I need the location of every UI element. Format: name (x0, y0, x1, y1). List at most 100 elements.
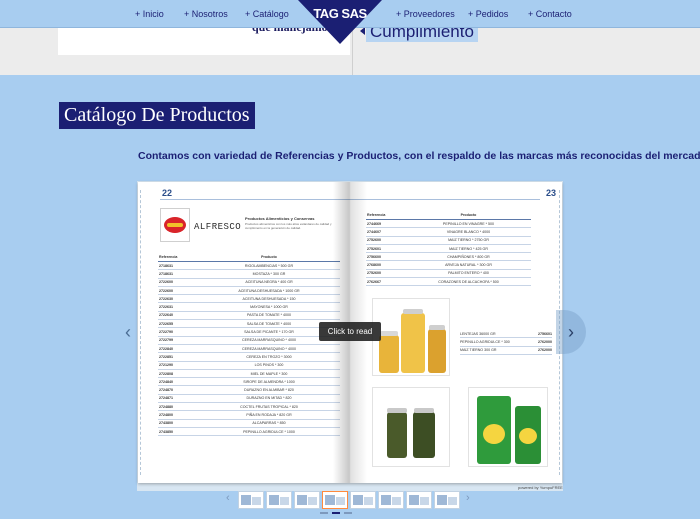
cell-ref: 2722851 (159, 354, 173, 359)
cell-product: CEREZA MARRASQUINO * 4000 (242, 346, 296, 351)
chevron-left-icon[interactable]: ‹ (120, 318, 136, 346)
nav-inicio[interactable]: + Inicio (135, 9, 164, 19)
table-row: 2756600 CHAMPIÑONES * 800 GR (366, 253, 531, 262)
page-dot[interactable] (344, 512, 352, 514)
page-dot[interactable] (332, 512, 340, 514)
table-row: 2722600 ACEITUNA DESHUESADA * 1000 GR (158, 287, 340, 296)
cell-ref: 2722600 (159, 280, 173, 285)
table-row: 2724840 SIROPE DE ALMENDRA * 1000 (158, 378, 340, 387)
page-thumbnail[interactable] (378, 491, 404, 509)
thumbnail-image (392, 497, 401, 505)
thumb-next-icon[interactable]: › (466, 492, 470, 504)
cell-product: MAIZ TIERNO 300 GR (460, 348, 497, 353)
cell-product: ALCAPARRAS * 850 (252, 421, 286, 426)
thumbnail-image (448, 497, 457, 505)
table-row: 2752600 MAIZ TIERNO * 2750 GR (366, 237, 531, 245)
nav-pedidos[interactable]: + Pedidos (468, 9, 508, 19)
brand-name: ALFRESCO (194, 222, 242, 232)
page-edge (140, 190, 142, 475)
page-thumbnail[interactable] (434, 491, 460, 509)
table-row: 2743800 ALCAPARRAS * 850 (158, 420, 340, 428)
header-prod: Producto (261, 255, 277, 259)
table-row: 2722630 ACEITUNA DESHUESADA * 150 (158, 295, 340, 304)
cell-product: PEPINILLO AGRIDULCE * 300 (460, 339, 510, 344)
cell-ref: 2722630 (159, 296, 173, 301)
page-thumbnail[interactable] (266, 491, 292, 509)
thumbnail-image (252, 497, 261, 505)
jar-lid (380, 331, 398, 336)
cell-product: LENTEJAS 36000 GR (460, 331, 496, 336)
cell-product: COCTEL FRUTAS TROPICAL * 820 (240, 404, 298, 409)
jar-lid (387, 408, 407, 413)
section-title: Catálogo De Productos (59, 102, 255, 129)
cell-ref: 2718631 (159, 271, 173, 276)
page-rule (350, 199, 540, 200)
header-ref: Referencia (367, 213, 386, 217)
table-row: 2722851 CEREZA EN TROZO * 3000 (158, 353, 340, 362)
page-thumbnail[interactable] (238, 491, 264, 509)
cell-ref: 2722790 (159, 330, 173, 335)
cell-ref: 2722631 (159, 305, 173, 310)
cell-product: CHAMPIÑONES * 800 GR (447, 254, 490, 259)
table-row: 2762667 CORAZONES DE ALCACHOFA * 500 (366, 278, 531, 287)
table-row: 2752601 MAIZ TIERNO * 425 GR (366, 245, 531, 254)
cell-ref: 2744669 (367, 221, 381, 226)
cell-ref: 2752600 (367, 271, 381, 276)
thumbnail-image (297, 495, 307, 505)
cell-product: MAYONESA * 1000 GR (250, 305, 288, 310)
table-header: Referencia Producto (158, 255, 340, 262)
cell-ref: 2718631 (159, 263, 173, 268)
cell-ref: 2752600 (367, 238, 381, 243)
thumbnail-image (353, 495, 363, 505)
page-dot[interactable] (320, 512, 328, 514)
table-row: 2718631 MOSTAZA * 300 GR (158, 270, 340, 279)
thumb-prev-icon[interactable]: ‹ (226, 492, 230, 504)
nav-proveedores[interactable]: + Proveedores (396, 9, 455, 19)
table-row: PEPINILLO AGRIDULCE * 300 2762000 (460, 338, 552, 347)
nav-catalogo[interactable]: + Catálogo (245, 9, 289, 19)
cell-ref: 2724840 (159, 379, 173, 384)
cell-ref: 2762000 (538, 348, 552, 353)
cell-product: PASTA DE TOMATE * 4000 (246, 313, 291, 318)
cell-product: RIGOLAMBENCIAS * 500 GR (244, 263, 294, 268)
cell-product: MAIZ TIERNO * 425 GR (449, 246, 488, 251)
table-row: 2768600 ARVEJA NATURAL * 300 GR (366, 261, 531, 270)
cell-product: ARVEJA NATURAL * 300 GR (445, 263, 492, 268)
page-thumbnail[interactable] (294, 491, 320, 509)
click-to-read-button[interactable]: Click to read (319, 322, 381, 341)
page-thumbnail[interactable] (322, 491, 348, 509)
brand-badge-icon (164, 217, 186, 233)
jar-image (401, 313, 425, 373)
table-row: 2724870 DURAZNO EN ALMIBAR * 820 (158, 386, 340, 395)
cell-ref: 2722840 (159, 346, 173, 351)
thumbnail-image (336, 497, 345, 505)
page-thumbnail[interactable] (350, 491, 376, 509)
product-photo-jars (372, 298, 450, 376)
cell-ref: 2762000 (538, 339, 552, 344)
corn-label (519, 428, 537, 444)
logo-text[interactable]: TAG SAS (306, 6, 374, 21)
page-thumbnail[interactable] (406, 491, 432, 509)
product-table-side: LENTEJAS 36000 GR 2756601 PEPINILLO AGRIDU… (460, 330, 552, 355)
product-photo-corn (468, 387, 548, 467)
product-table-right: Referencia Producto 2744669 PEPINILLO EN … (366, 213, 531, 287)
nav-nosotros[interactable]: + Nosotros (184, 9, 228, 19)
product-photo-pickles (372, 387, 450, 467)
cell-product: DURAZNO EN ALMIBAR * 820 (244, 388, 294, 393)
cell-ref: 2762667 (367, 279, 381, 284)
cell-ref: 2724870 (159, 388, 173, 393)
table-row: MAIZ TIERNO 300 GR 2762000 (460, 347, 552, 355)
jar-image (428, 329, 446, 373)
table-header: Referencia Producto (366, 213, 531, 220)
cell-ref: 2756600 (367, 254, 381, 259)
table-row: 2722655 SALSA DE TOMATE * 4000 (158, 320, 340, 329)
table-row: LENTEJAS 36000 GR 2756601 (460, 330, 552, 339)
chevron-right-icon[interactable]: › (556, 310, 586, 354)
cell-ref: 2743850 (159, 429, 173, 434)
cell-ref: 2744607 (367, 229, 381, 234)
cell-product: ACEITUNA DESHUESADA * 150 (242, 296, 296, 301)
nav-contacto[interactable]: + Contacto (528, 9, 572, 19)
header-ref: Referencia (159, 255, 178, 259)
page-rule (160, 199, 350, 200)
thumbnail-image (437, 495, 447, 505)
